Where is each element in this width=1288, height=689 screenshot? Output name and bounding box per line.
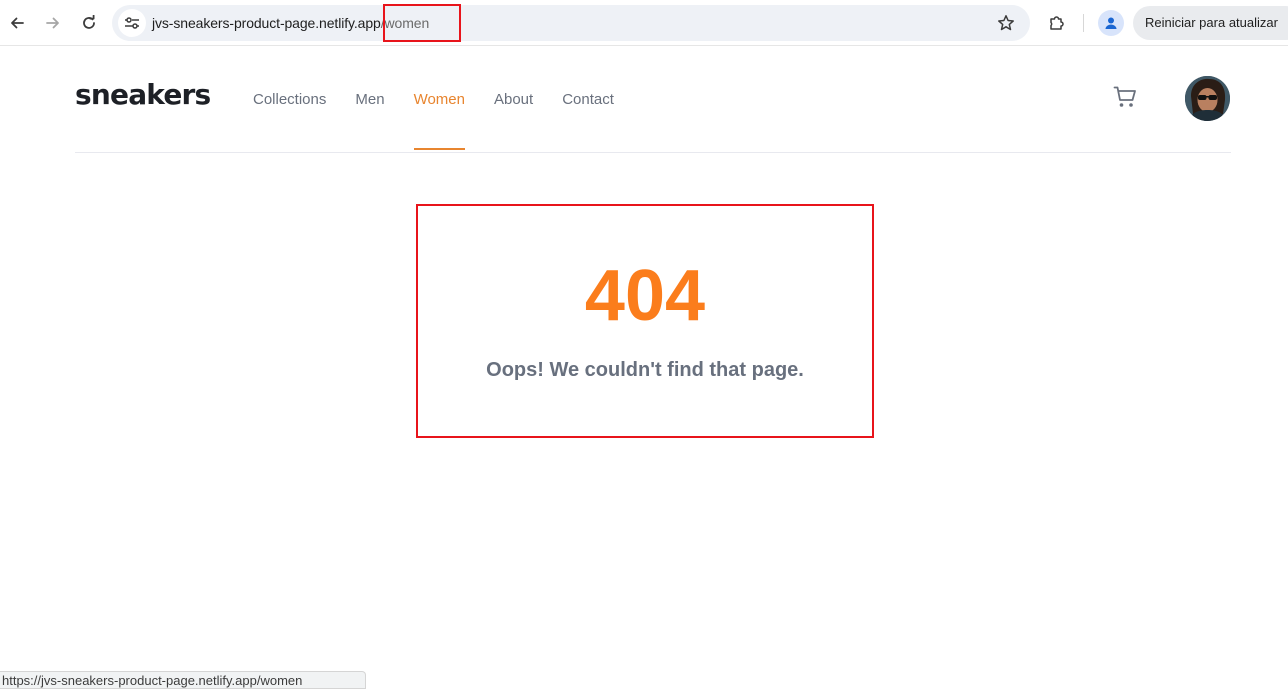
error-code: 404 [584, 256, 706, 336]
site-logo[interactable]: sneakers [75, 78, 211, 112]
nav-men[interactable]: Men [355, 46, 384, 152]
nav-women[interactable]: Women [413, 46, 466, 152]
update-browser-button[interactable]: Reiniciar para atualizar [1133, 6, 1288, 40]
nav-about[interactable]: About [494, 46, 533, 152]
cart-button[interactable] [1113, 86, 1139, 110]
back-arrow-icon [11, 17, 24, 29]
browser-toolbar: jvs-sneakers-product-page.netlify.app/wo… [0, 0, 1288, 46]
nav-collections[interactable]: Collections [253, 46, 326, 152]
avatar-image [1185, 76, 1230, 121]
site-info-button[interactable] [118, 9, 146, 37]
toolbar-divider [1083, 14, 1084, 32]
site-header: sneakers Collections Men Women About Con… [75, 46, 1231, 153]
profile-icon [1105, 17, 1117, 29]
forward-button[interactable] [37, 7, 69, 39]
bookmark-button[interactable] [992, 9, 1020, 37]
not-found-panel: 404 Oops! We couldn't find that page. [416, 204, 874, 438]
forward-arrow-icon [46, 17, 59, 29]
star-icon [998, 15, 1014, 31]
error-message: Oops! We couldn't find that page. [486, 359, 804, 381]
puzzle-icon [1050, 16, 1064, 30]
reload-button[interactable] [73, 7, 105, 39]
status-bar-url: https://jvs-sneakers-product-page.netlif… [0, 671, 366, 689]
extensions-button[interactable] [1041, 7, 1073, 39]
reload-icon [83, 15, 95, 29]
url-text[interactable]: jvs-sneakers-product-page.netlify.app/wo… [152, 14, 429, 32]
profile-button[interactable] [1098, 10, 1124, 36]
tune-icon [125, 17, 139, 29]
address-bar[interactable]: jvs-sneakers-product-page.netlify.app/wo… [112, 5, 1030, 41]
url-path: /women [380, 15, 430, 31]
nav-contact[interactable]: Contact [562, 46, 614, 152]
main-nav: Collections Men Women About Contact [253, 46, 643, 152]
avatar[interactable] [1185, 76, 1230, 121]
url-host: jvs-sneakers-product-page.netlify.app [152, 15, 381, 31]
cart-icon [1113, 86, 1136, 107]
back-button[interactable] [1, 7, 33, 39]
